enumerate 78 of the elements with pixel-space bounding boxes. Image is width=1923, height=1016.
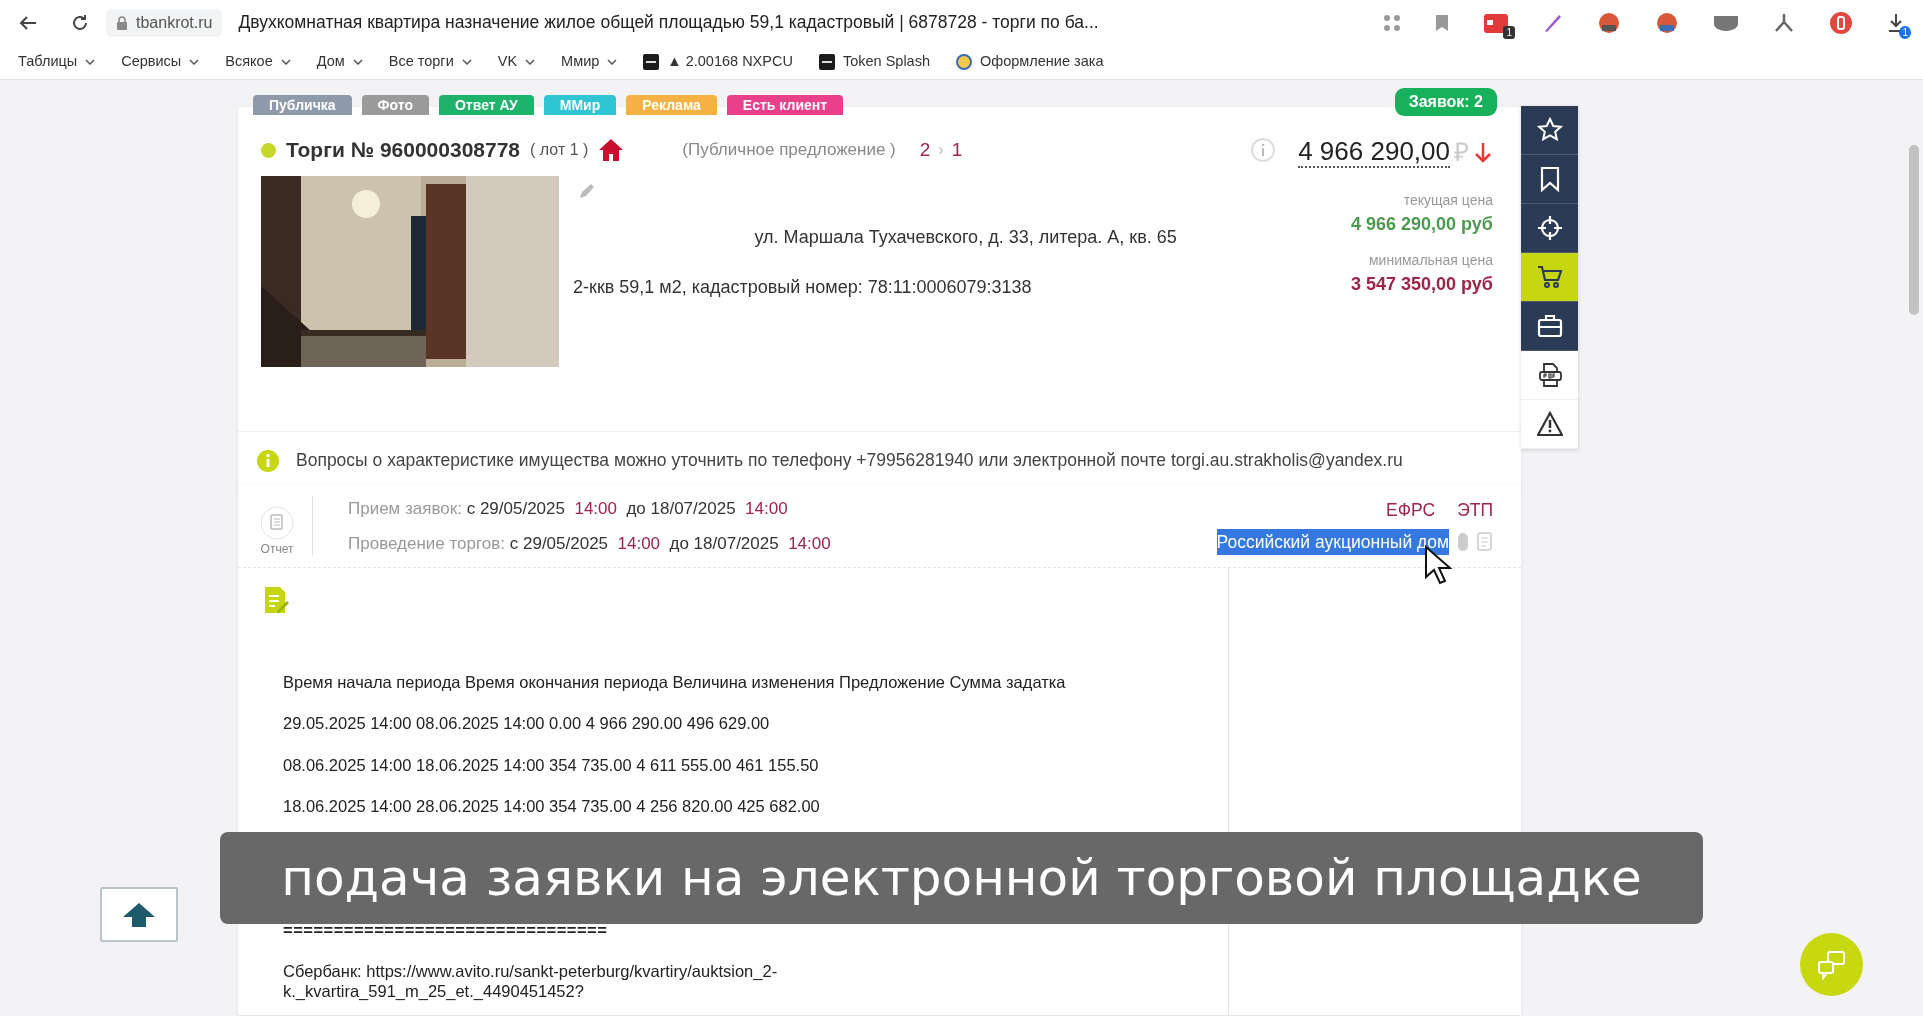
toolbar-button[interactable]: [1521, 302, 1578, 351]
bookmark-item[interactable]: Все торги: [388, 51, 472, 73]
report-label: Отчет: [260, 541, 294, 558]
lot-title: Торги № 960000308778: [286, 137, 521, 164]
currency-sign: ₽: [1454, 136, 1469, 169]
price-label: минимальная цена: [1368, 251, 1493, 270]
stage-number: 2: [919, 137, 931, 162]
mouse-icon: [1457, 532, 1469, 553]
chevron-icon: [85, 59, 96, 65]
chevron-icon: [607, 59, 618, 65]
bookmark-item[interactable]: Ммир: [561, 51, 618, 73]
toolbar-button[interactable]: [1521, 204, 1578, 253]
page-title: Двухкомнатная квартира назначение жилое общей площадью 59,1 кадастровый | 6878728 - торги по ба...: [238, 11, 1099, 35]
minimum-price: 3 547 350,00 руб: [1351, 273, 1493, 296]
pdf-icon: [1536, 362, 1563, 388]
chevron-icon: [280, 59, 291, 65]
stage-separator: ›: [938, 140, 944, 160]
platform-link[interactable]: ЭТП: [1457, 496, 1493, 523]
text-line: 08.06.2025 14:00 18.06.2025 14:00 354 735.00 4 611 555.00 461 155.50: [283, 754, 820, 775]
cart-icon: [1536, 264, 1563, 290]
auction-type: (Публичное предложение ): [682, 139, 896, 162]
schedule-line: Проведение торгов: с 29/05/2025 14:00 до 18/07/2025 14:00: [348, 532, 831, 555]
lot-number: ( лот 1 ): [530, 140, 589, 160]
apps-icon[interactable]: [1383, 13, 1401, 32]
download-badge: 1: [1899, 25, 1911, 39]
info-text: Вопросы о характеристике имущества можно уточнить по телефону +79956281940 или электронной почте torgi.au.strakholis@yandex.ru: [296, 449, 1403, 473]
bookmark-item[interactable]: Оформление зака: [956, 51, 1104, 73]
address-bar[interactable]: tbankrot.ru: [106, 8, 223, 37]
bookmark-item[interactable]: ▲ 2.00168 NXPCU: [643, 51, 793, 73]
bookmark-icon[interactable]: [1435, 13, 1449, 32]
chevron-icon: [189, 59, 200, 65]
target-icon: [1536, 215, 1563, 241]
price-label: текущая цена: [1403, 191, 1493, 210]
bookmark-item[interactable]: Таблицы: [18, 51, 96, 73]
chat-icon: [1816, 949, 1847, 980]
price-text: 4 966 290,00: [1298, 137, 1450, 168]
toolbar-button[interactable]: [1521, 106, 1578, 155]
info-icon: [256, 448, 280, 473]
bookmark-item[interactable]: Token Splash: [818, 51, 930, 73]
star-icon: [1536, 117, 1563, 143]
globe-icon: [956, 54, 972, 70]
text-line: Время начала периода Время окончания периода Величина изменения Предложение Сумма задатка: [283, 672, 1067, 692]
text-line: 29.05.2025 14:00 08.06.2025 14:00 0.00 4 966 290.00 496 629.00: [283, 713, 771, 734]
address-text: ул. Маршала Тухачевского, д. 33, литера. А, кв. 65: [754, 226, 1177, 249]
document-edit-icon: [263, 586, 289, 614]
site-icon: [643, 54, 660, 70]
house-icon: [598, 138, 625, 162]
extension-badge: 1: [1503, 25, 1515, 39]
chevron-icon: [352, 59, 363, 65]
schedule-line: Прием заявок: с 29/05/2025 14:00 до 18/07/2025 14:00: [348, 498, 789, 520]
scroll-top-button[interactable]: [100, 887, 178, 942]
subtitle-caption: подача заявки на электронной торговой площадке: [220, 832, 1703, 924]
text-line: Сбербанк: https://www.avito.ru/sankt-peterburg/kvartiry/auktsion_2-k._kvartira_591_m_25_et._4490451452?: [283, 961, 779, 1002]
site-icon: [818, 54, 835, 70]
reload-icon[interactable]: [70, 12, 90, 33]
chevron-icon: [525, 59, 536, 65]
toolbar-button[interactable]: [1521, 155, 1578, 204]
arrow-up-icon: [122, 901, 156, 928]
organizer-link[interactable]: Российский аукционный дом: [1216, 529, 1449, 556]
bookmark-item[interactable]: Сервисы: [121, 51, 200, 73]
warning-icon: [1536, 411, 1563, 437]
chevron-icon: [461, 59, 472, 65]
download-icon[interactable]: [1887, 13, 1905, 34]
bookmark-item[interactable]: VK: [497, 51, 536, 73]
tag[interactable]: Есть клиент: [726, 95, 844, 115]
briefcase-icon: [1536, 313, 1563, 339]
pen-icon[interactable]: [1543, 12, 1563, 33]
stage-number: 1: [951, 137, 963, 162]
lock-icon: [116, 15, 128, 30]
bookmark-item[interactable]: Дом: [316, 51, 363, 73]
description-text: 2-ккв 59,1 м2, кадастровый номер: 78:11:0006079:3138: [573, 276, 1033, 299]
applications-badge: Заявок: 2: [1394, 88, 1497, 116]
platform-link[interactable]: ЕФРС: [1386, 496, 1436, 523]
url-text: tbankrot.ru: [136, 12, 213, 33]
bookmark-item[interactable]: Всякое: [225, 51, 291, 73]
text-line: 18.06.2025 14:00 28.06.2025 14:00 354 735.00 4 256 820.00 425 682.00: [283, 795, 821, 816]
toolbar-button[interactable]: [1521, 253, 1578, 302]
current-price: 4 966 290,00 руб: [1351, 213, 1493, 236]
